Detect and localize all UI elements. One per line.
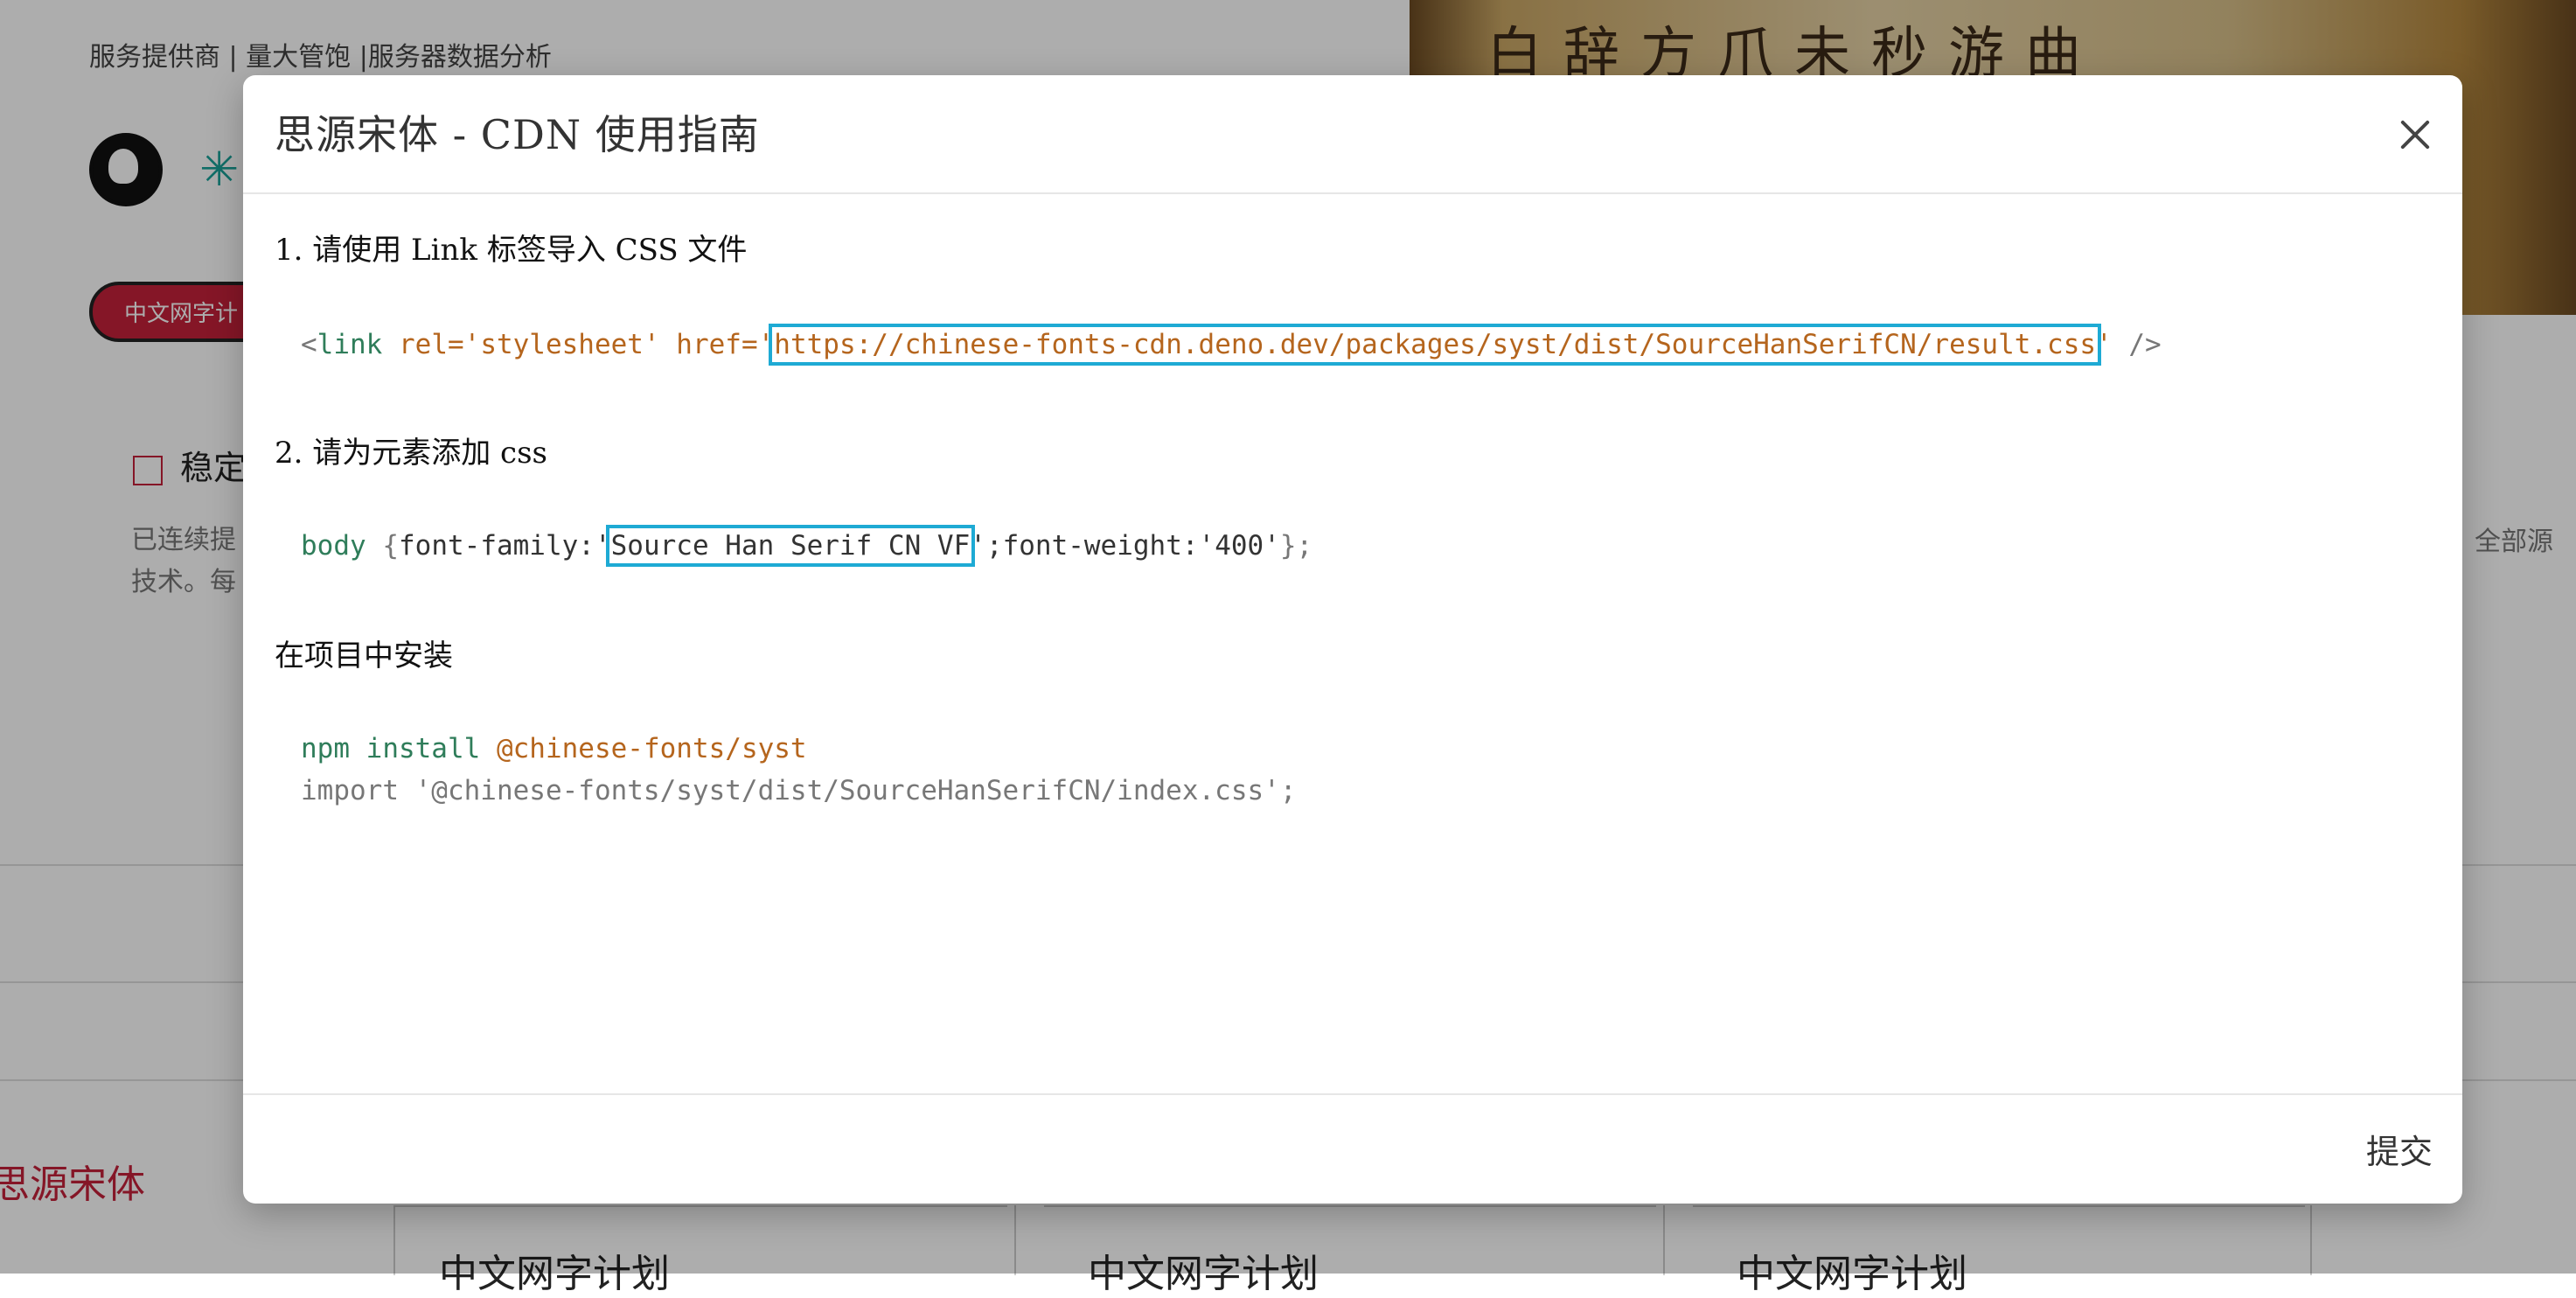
code-token: { — [382, 530, 399, 562]
code-token: npm install — [301, 733, 481, 764]
code-token: /> — [2128, 329, 2162, 360]
code-token: ' — [757, 329, 775, 360]
npm-code-block[interactable]: npm install @chinese-fonts/syst — [301, 733, 807, 764]
dialog-footer: 提交 — [243, 1093, 2462, 1204]
submit-button[interactable]: 提交 — [2366, 1125, 2433, 1173]
code-token: rel= — [399, 329, 464, 360]
css-code-block[interactable]: body {font-family:'Source Han Serif CN V… — [301, 525, 1313, 567]
code-token: link — [317, 329, 383, 360]
step3-heading: 在项目中安装 — [275, 639, 453, 673]
step1-heading: 1. 请使用 Link 标签导入 CSS 文件 — [275, 233, 748, 268]
font-family-name[interactable]: Source Han Serif CN VF — [605, 525, 976, 567]
dialog-title: 思源宋体 - CDN 使用指南 — [275, 111, 760, 158]
code-token: ' — [2096, 329, 2113, 360]
dialog-header: 思源宋体 - CDN 使用指南 — [243, 75, 2462, 194]
code-token: href= — [676, 329, 758, 360]
cdn-guide-dialog: 思源宋体 - CDN 使用指南 1. 请使用 Link 标签导入 CSS 文件 … — [243, 75, 2462, 1204]
code-token: font-family:' — [399, 530, 611, 562]
code-token: 'stylesheet' — [463, 329, 660, 360]
step2-heading: 2. 请为元素添加 css — [275, 436, 547, 471]
cdn-url[interactable]: https://chinese-fonts-cdn.deno.dev/packa… — [769, 324, 2102, 366]
link-code-block[interactable]: <link rel='stylesheet' href='https://chi… — [301, 324, 2162, 366]
close-icon[interactable] — [2394, 114, 2436, 156]
code-token: @chinese-fonts/syst — [496, 733, 807, 764]
import-code-line[interactable]: import '@chinese-fonts/syst/dist/SourceH… — [301, 775, 1296, 806]
code-token: body — [301, 530, 366, 562]
code-token: < — [301, 329, 317, 360]
code-token: ';font-weight:'400' — [970, 530, 1280, 562]
code-token: }; — [1279, 530, 1313, 562]
